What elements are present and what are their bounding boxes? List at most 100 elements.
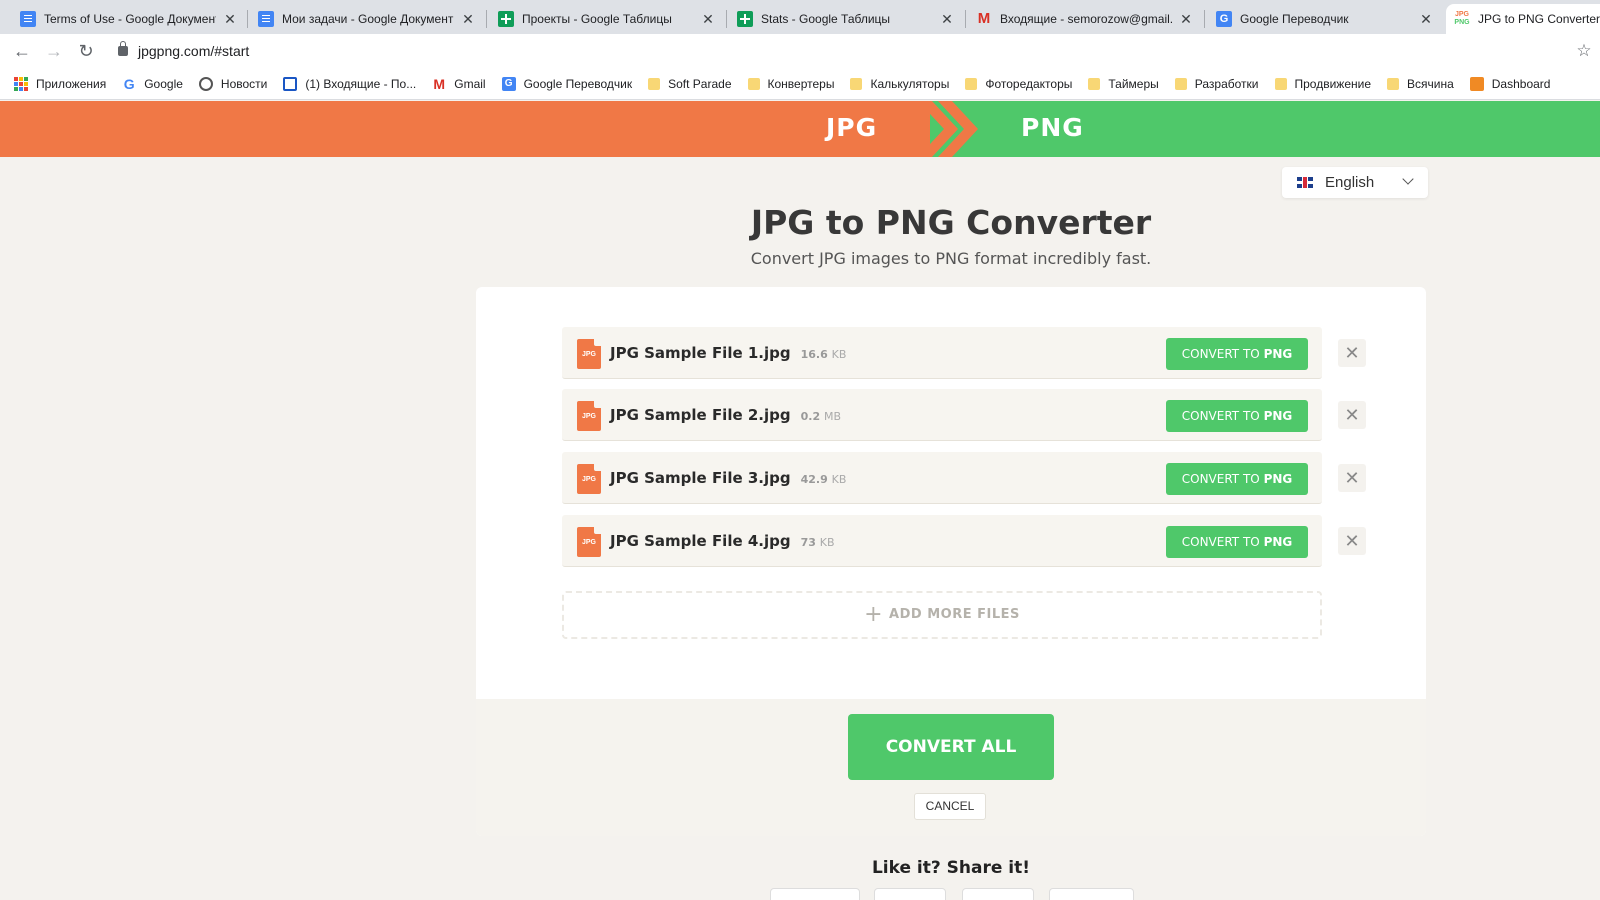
forward-arrow-icon[interactable]: → <box>38 35 70 67</box>
tab-jpg-to-png[interactable]: JPG PNG JPG to PNG Converter <box>1446 4 1600 34</box>
bookmark-apps[interactable]: Приложения <box>14 76 106 91</box>
file-name: JPG Sample File 3.jpg <box>610 469 791 487</box>
bookmark-news[interactable]: Новости <box>198 76 268 91</box>
back-arrow-icon[interactable]: ← <box>6 35 38 67</box>
file-row: JPG JPG Sample File 1.jpg 16.6 KB CONVERT… <box>562 327 1322 379</box>
convert-to-png-button[interactable]: CONVERT TO PNG <box>1166 338 1308 370</box>
file-name: JPG Sample File 4.jpg <box>610 532 791 550</box>
address-bar: ← → ↻ jpgpng.com/#start ☆ <box>0 34 1600 68</box>
google-sheets-icon <box>737 11 753 27</box>
language-select[interactable]: English <box>1282 167 1428 198</box>
file-size: 73 KB <box>800 536 835 549</box>
tab-google-translate[interactable]: G Google Переводчик ✕ <box>1208 4 1442 34</box>
tab-stats[interactable]: Stats - Google Таблицы ✕ <box>729 4 963 34</box>
bookmark-label: Soft Parade <box>668 76 732 91</box>
url-input[interactable]: jpgpng.com/#start <box>108 37 1568 65</box>
remove-file-button[interactable]: ✕ <box>1338 339 1366 367</box>
close-icon[interactable]: ✕ <box>1178 11 1194 27</box>
convert-all-button[interactable]: CONVERT ALL <box>848 714 1054 780</box>
convert-to-png-button[interactable]: CONVERT TO PNG <box>1166 400 1308 432</box>
bookmark-folder-development[interactable]: Разработки <box>1174 76 1259 91</box>
jpgpng-icon: JPG PNG <box>1454 11 1470 26</box>
remove-file-button[interactable]: ✕ <box>1338 464 1366 492</box>
chevron-down-icon <box>1402 173 1414 185</box>
gmail-icon: M <box>977 10 991 27</box>
bookmark-folder-promotion[interactable]: Продвижение <box>1274 76 1372 91</box>
close-icon: ✕ <box>1344 405 1360 425</box>
bookmark-inbox[interactable]: (1) Входящие - По... <box>283 76 416 91</box>
google-docs-icon <box>258 11 274 27</box>
tab-gmail-inbox[interactable]: M Входящие - semorozow@gmail.com ✕ <box>968 4 1202 34</box>
file-row: JPG JPG Sample File 4.jpg 73 KB CONVERT T… <box>562 515 1322 567</box>
reload-icon[interactable]: ↻ <box>70 35 102 67</box>
site-header: JPG PNG <box>0 101 1600 157</box>
lock-icon[interactable] <box>118 41 128 56</box>
convert-to-png-button[interactable]: CONVERT TO PNG <box>1166 526 1308 558</box>
folder-icon <box>850 77 863 90</box>
share-button[interactable] <box>1049 888 1134 900</box>
bookmark-folder-photo-editors[interactable]: Фоторедакторы <box>965 77 1072 91</box>
cancel-button[interactable]: CANCEL <box>914 793 986 820</box>
header-jpg-band <box>0 101 960 157</box>
bookmark-google[interactable]: G Google <box>122 77 183 91</box>
folder-icon <box>648 77 661 90</box>
bookmark-folder-misc[interactable]: Всячина <box>1387 77 1454 91</box>
file-name: JPG Sample File 1.jpg <box>610 344 791 362</box>
google-icon: G <box>123 75 135 92</box>
convert-to-png-button[interactable]: CONVERT TO PNG <box>1166 463 1308 495</box>
bookmark-folder-calculators[interactable]: Калькуляторы <box>850 77 949 91</box>
jpg-file-icon: JPG <box>577 527 601 557</box>
close-icon[interactable]: ✕ <box>460 11 476 27</box>
tab-title: Terms of Use - Google Документы <box>44 12 216 26</box>
close-icon[interactable]: ✕ <box>222 11 238 27</box>
tab-title: Проекты - Google Таблицы <box>522 12 672 26</box>
bookmark-dashboard[interactable]: Dashboard <box>1469 76 1550 91</box>
tab-my-tasks[interactable]: Мои задачи - Google Документы ✕ <box>250 4 484 34</box>
bookmark-label: Разработки <box>1194 76 1259 91</box>
add-more-files-button[interactable]: + ADD MORE FILES <box>562 591 1322 639</box>
close-icon[interactable]: ✕ <box>1418 11 1434 27</box>
tab-title: Мои задачи - Google Документы <box>282 12 454 26</box>
close-icon: ✕ <box>1344 468 1360 488</box>
share-heading: Like it? Share it! <box>871 858 1031 878</box>
header-to-format: PNG <box>1021 113 1084 142</box>
bookmark-folder-converters[interactable]: Конвертеры <box>747 76 835 91</box>
jpg-file-icon: JPG <box>577 464 601 494</box>
bookmark-gmail[interactable]: M Gmail <box>432 77 485 91</box>
share-button[interactable] <box>770 888 860 900</box>
file-size: 16.6 KB <box>800 348 847 361</box>
close-icon[interactable]: ✕ <box>700 11 716 27</box>
bookmark-label: Продвижение <box>1294 76 1372 91</box>
url-text: jpgpng.com/#start <box>138 43 250 59</box>
bookmark-google-translate[interactable]: G Google Переводчик <box>501 76 632 91</box>
bookmark-folder-timers[interactable]: Таймеры <box>1088 77 1159 91</box>
tab-terms-of-use[interactable]: Terms of Use - Google Документы ✕ <box>12 4 246 34</box>
language-selected-label: English <box>1325 174 1375 191</box>
browser-tab-strip: Terms of Use - Google Документы ✕ Мои за… <box>0 0 1600 34</box>
tab-projects[interactable]: Проекты - Google Таблицы ✕ <box>490 4 724 34</box>
bookmark-label: Фоторедакторы <box>985 76 1073 91</box>
add-more-label: ADD MORE FILES <box>889 607 1020 622</box>
bookmark-star-icon[interactable]: ☆ <box>1568 41 1600 61</box>
remove-file-button[interactable]: ✕ <box>1338 527 1366 555</box>
tab-title: Google Переводчик <box>1240 12 1349 26</box>
share-button[interactable] <box>874 888 946 900</box>
bookmark-label: Конвертеры <box>767 76 835 91</box>
mail-icon <box>283 76 298 91</box>
file-size: 42.9 KB <box>800 473 847 486</box>
close-icon: ✕ <box>1344 531 1360 551</box>
bookmarks-bar: Приложения G Google Новости (1) Входящие… <box>0 68 1600 100</box>
file-row: JPG JPG Sample File 2.jpg 0.2 MB CONVERT … <box>562 389 1322 441</box>
apps-icon <box>14 76 28 91</box>
remove-file-button[interactable]: ✕ <box>1338 401 1366 429</box>
bookmark-folder-soft-parade[interactable]: Soft Parade <box>648 76 732 91</box>
jpg-file-icon: JPG <box>577 401 601 431</box>
bookmark-label: Новости <box>220 76 268 91</box>
close-icon[interactable]: ✕ <box>939 11 955 27</box>
close-icon: ✕ <box>1344 343 1360 363</box>
bookmark-label: Gmail <box>454 76 486 91</box>
jpg-file-icon: JPG <box>577 339 601 369</box>
share-button[interactable] <box>962 888 1034 900</box>
folder-icon <box>1274 77 1287 90</box>
folder-icon <box>965 77 978 90</box>
